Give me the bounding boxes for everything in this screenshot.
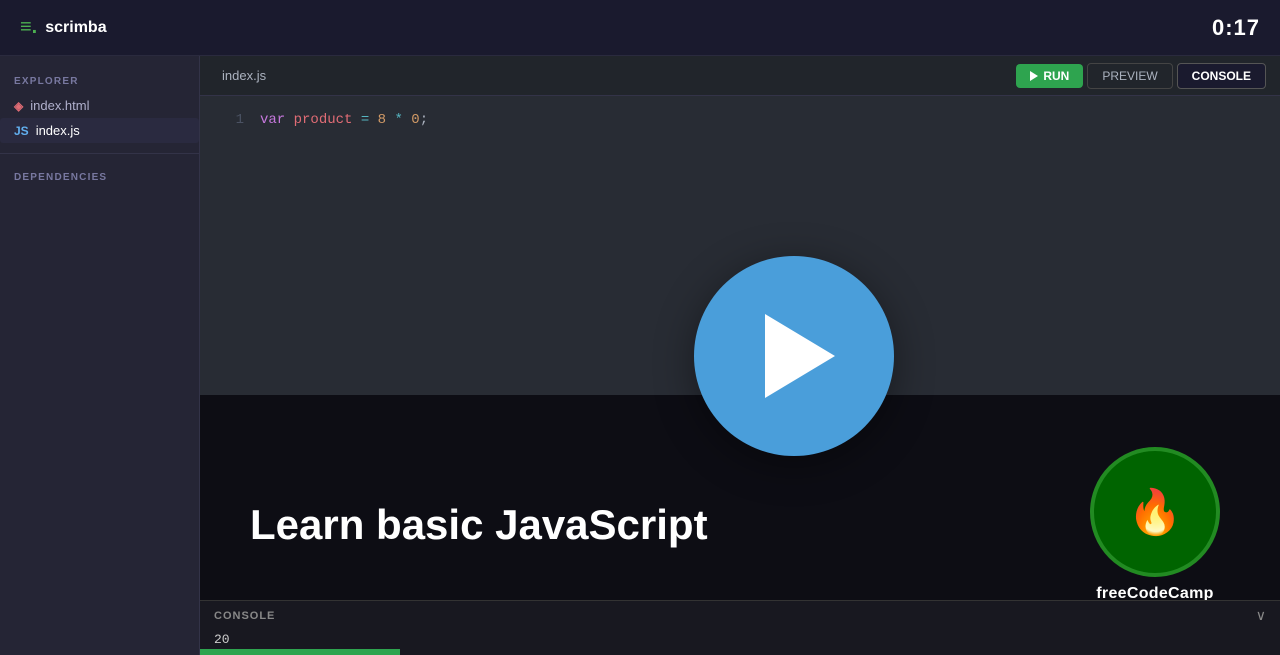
code-token-semi: ;	[420, 112, 428, 128]
console-button[interactable]: CONSOLE	[1177, 63, 1266, 89]
html-file-icon: ◈	[14, 99, 23, 113]
logo: ≡. scrimba	[20, 16, 107, 39]
main-layout: EXPLORER ◈ index.html JS index.js DEPEND…	[0, 56, 1280, 655]
code-token-var: var	[260, 112, 285, 128]
fcc-flame-icon: 🔥	[1128, 486, 1183, 538]
code-line-1: 1 var product = 8 * 0;	[200, 112, 1280, 128]
toolbar-buttons: RUN PREVIEW CONSOLE	[1016, 63, 1266, 89]
console-strip: CONSOLE ∨ 20	[200, 600, 1280, 655]
progress-bar	[200, 649, 400, 655]
sidebar: EXPLORER ◈ index.html JS index.js DEPEND…	[0, 56, 200, 655]
play-button[interactable]	[694, 256, 894, 456]
sidebar-item-indexjs[interactable]: JS index.js	[0, 118, 199, 143]
fcc-logo-wrapper: 🔥 freeCodeCamp	[1090, 447, 1280, 603]
top-bar: ≡. scrimba 0:17	[0, 0, 1280, 56]
explorer-label: EXPLORER	[0, 68, 199, 93]
console-header: CONSOLE ∨	[200, 600, 1280, 630]
code-token-0: 0	[403, 112, 420, 128]
run-play-icon	[1030, 71, 1038, 81]
run-label: RUN	[1043, 69, 1069, 83]
js-file-icon: JS	[14, 124, 29, 138]
code-token-8: 8	[369, 112, 386, 128]
code-token-mul: *	[386, 112, 403, 128]
code-token-name: product	[285, 112, 352, 128]
sidebar-item-indexhtml[interactable]: ◈ index.html	[0, 93, 199, 118]
code-token-eq: =	[352, 112, 369, 128]
console-label: CONSOLE	[214, 610, 275, 622]
sidebar-filename-html: index.html	[30, 98, 89, 113]
logo-icon: ≡.	[20, 16, 37, 39]
code-content-1: var product = 8 * 0;	[260, 112, 428, 128]
line-number-1: 1	[216, 112, 244, 128]
sidebar-filename-js: index.js	[36, 123, 80, 138]
editor-toolbar: index.js RUN PREVIEW CONSOLE	[200, 56, 1280, 96]
play-triangle-icon	[765, 314, 835, 398]
console-chevron-icon[interactable]: ∨	[1256, 607, 1266, 624]
fcc-circle: 🔥	[1090, 447, 1220, 577]
dependencies-label: DEPENDENCIES	[0, 164, 199, 189]
preview-button[interactable]: PREVIEW	[1087, 63, 1172, 89]
sidebar-divider	[0, 153, 199, 154]
active-file-tab[interactable]: index.js	[214, 68, 274, 83]
learn-title: Learn basic JavaScript	[200, 501, 1090, 549]
run-button[interactable]: RUN	[1016, 64, 1083, 88]
editor-area: index.js RUN PREVIEW CONSOLE 1 var produ…	[200, 56, 1280, 655]
logo-text: scrimba	[45, 19, 106, 37]
timer: 0:17	[1212, 15, 1260, 41]
